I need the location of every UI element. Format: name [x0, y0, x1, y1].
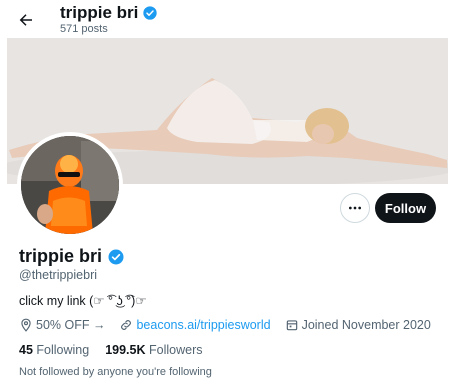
profile-bio: click my link (☞ ͡° ͜ʖ ͡°)☞	[19, 294, 147, 308]
follow-button[interactable]: Follow	[375, 193, 436, 223]
avatar-photo	[21, 136, 119, 234]
following-count: 45	[19, 343, 33, 357]
location-icon	[21, 318, 31, 332]
website-link[interactable]: beacons.ai/trippiesworld	[136, 318, 270, 332]
location-text: 50% OFF →	[36, 318, 106, 332]
followers-label: Followers	[149, 343, 203, 357]
follow-context: Not followed by anyone you're following	[19, 366, 212, 378]
profile-name: trippie bri	[19, 246, 125, 267]
followers-link[interactable]: 199.5K Followers	[105, 343, 202, 357]
profile-meta: 50% OFF → beacons.ai/trippiesworld Joine…	[19, 318, 445, 332]
back-arrow-icon	[19, 14, 32, 26]
joined-item: Joined November 2020	[285, 318, 431, 332]
more-icon	[349, 206, 361, 210]
joined-text: Joined November 2020	[301, 318, 431, 332]
website-item[interactable]: beacons.ai/trippiesworld	[119, 318, 271, 332]
followers-count: 199.5K	[105, 343, 146, 357]
following-link[interactable]: 45 Following	[19, 343, 89, 357]
header-name: trippie bri	[60, 3, 139, 22]
follow-stats: 45 Following 199.5K Followers	[19, 343, 203, 357]
avatar[interactable]	[17, 132, 123, 238]
calendar-icon	[286, 320, 297, 331]
following-label: Following	[36, 343, 90, 357]
link-icon	[121, 320, 132, 330]
display-name: trippie bri	[19, 246, 103, 266]
verified-badge-icon	[108, 249, 124, 264]
header-title: trippie bri	[60, 3, 158, 23]
back-button[interactable]	[14, 8, 38, 32]
top-bar: trippie bri 571 posts	[0, 0, 450, 38]
verified-badge-icon	[143, 6, 158, 20]
more-options-button[interactable]	[340, 193, 370, 223]
profile-handle: @thetrippiebri	[19, 268, 98, 282]
posts-count: 571 posts	[60, 23, 108, 35]
location-item: 50% OFF →	[19, 318, 105, 332]
